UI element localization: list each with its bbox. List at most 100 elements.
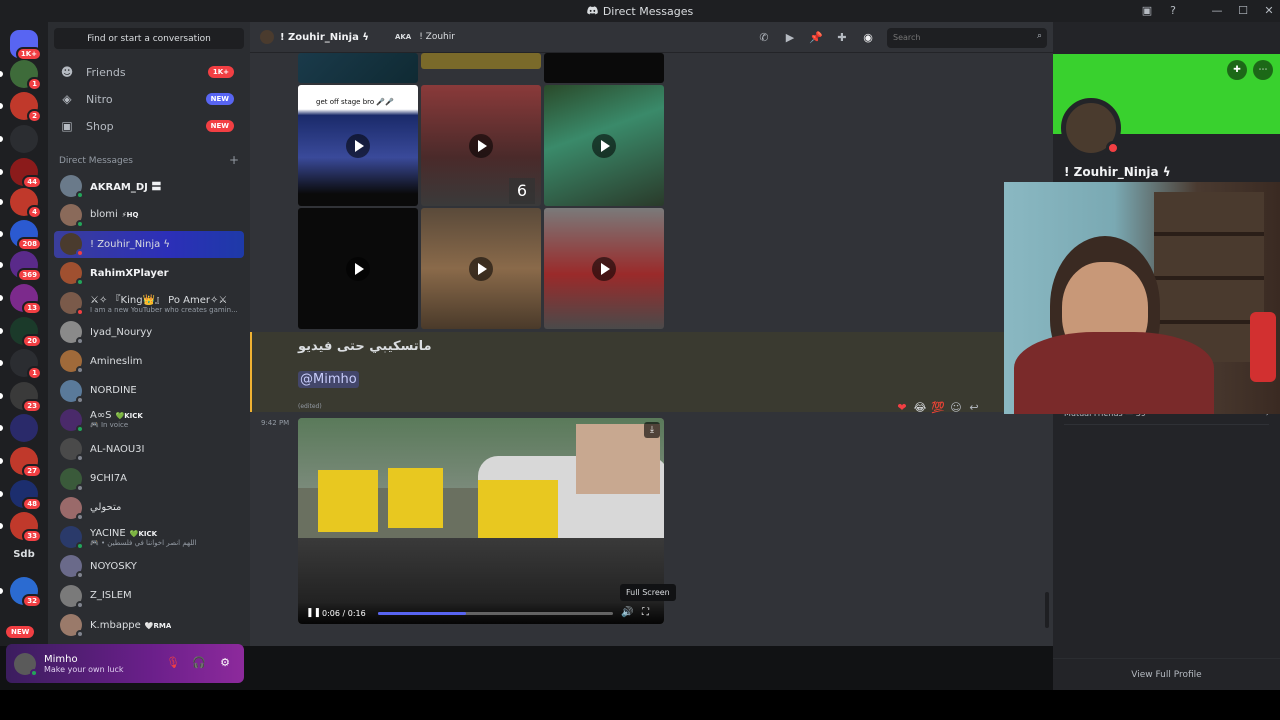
- play-icon[interactable]: [346, 133, 370, 158]
- minimize-button[interactable]: —: [1210, 4, 1224, 18]
- dm-item[interactable]: NOYOSKY: [54, 553, 244, 580]
- media-thumb[interactable]: [298, 208, 418, 329]
- server-icon[interactable]: 32: [10, 577, 42, 608]
- fullscreen-icon[interactable]: ⛶: [642, 607, 654, 619]
- media-thumb[interactable]: [544, 53, 664, 83]
- settings-gear-icon[interactable]: ⚙: [218, 656, 232, 670]
- header-username[interactable]: ! Zouhir_Ninja ϟ: [280, 32, 369, 43]
- heart-reaction-icon[interactable]: ❤: [895, 401, 909, 415]
- server-icon[interactable]: 1: [10, 349, 42, 380]
- create-dm-icon[interactable]: +: [229, 154, 239, 166]
- server-icon[interactable]: 44: [10, 158, 42, 189]
- server-icon[interactable]: [10, 414, 38, 442]
- server-icon[interactable]: 23: [10, 382, 42, 413]
- view-full-profile-button[interactable]: View Full Profile: [1053, 658, 1280, 690]
- maximize-button[interactable]: ☐: [1236, 4, 1250, 18]
- user-mention[interactable]: @Mimho: [298, 371, 359, 388]
- dm-item[interactable]: blomi ⚡HQ: [54, 201, 244, 228]
- download-icon[interactable]: ⤓: [644, 422, 660, 438]
- add-reaction-icon[interactable]: ☺: [949, 401, 963, 415]
- server-icon[interactable]: 13: [10, 284, 42, 315]
- play-icon[interactable]: [592, 256, 616, 281]
- server-icon[interactable]: 33: [10, 512, 42, 543]
- server-icon[interactable]: 20: [10, 317, 42, 348]
- volume-icon[interactable]: 🔊: [621, 607, 633, 619]
- dm-item[interactable]: AKRAM_DJ 〓: [54, 172, 244, 199]
- dm-item[interactable]: Amineslim: [54, 348, 244, 375]
- server-icon[interactable]: 369: [10, 251, 42, 282]
- nav-item-shop[interactable]: ▣ Shop NEW: [54, 114, 244, 138]
- media-thumb[interactable]: 6: [421, 85, 541, 206]
- play-icon[interactable]: [592, 133, 616, 158]
- media-thumb[interactable]: [544, 208, 664, 329]
- dm-item[interactable]: A∞S 💚KICK 🎮 In voice: [54, 406, 244, 433]
- pause-icon[interactable]: ❚❚: [306, 608, 321, 618]
- scrollbar[interactable]: [1045, 592, 1049, 628]
- video-progress-bar[interactable]: [378, 612, 613, 615]
- server-icon[interactable]: 4: [10, 188, 42, 219]
- search-input[interactable]: [893, 31, 1023, 44]
- video-player[interactable]: ⤓ ❚❚ 0:06 / 0:16 🔊 ⛶: [298, 418, 664, 624]
- server-icon[interactable]: [10, 125, 38, 153]
- mute-mic-icon[interactable]: 🎙: [166, 656, 180, 670]
- nav-item-nitro[interactable]: ◈ Nitro NEW: [54, 87, 244, 111]
- voice-call-icon[interactable]: ✆: [757, 31, 771, 45]
- dm-item[interactable]: AL-NAOU3I: [54, 436, 244, 463]
- play-icon[interactable]: [469, 256, 493, 281]
- find-conversation-button[interactable]: Find or start a conversation: [54, 28, 244, 49]
- dm-name: Amineslim: [90, 355, 143, 367]
- media-thumb[interactable]: [298, 53, 418, 83]
- person-body: [1014, 332, 1214, 414]
- dm-name: RahimXPlayer: [90, 267, 169, 279]
- media-thumb[interactable]: get off stage bro 🎤🎤: [298, 85, 418, 206]
- dm-item[interactable]: متحولي: [54, 494, 244, 521]
- media-thumb[interactable]: [421, 208, 541, 329]
- server-icon[interactable]: 208: [10, 220, 42, 251]
- unread-pill: [0, 199, 3, 205]
- avatar: [60, 526, 84, 551]
- laugh-reaction-icon[interactable]: 😂: [913, 401, 927, 415]
- hundred-reaction-icon[interactable]: 💯: [931, 401, 945, 415]
- deafen-icon[interactable]: 🎧: [192, 656, 206, 670]
- close-button[interactable]: ✕: [1262, 4, 1276, 18]
- help-icon[interactable]: ?: [1166, 4, 1180, 18]
- server-icon[interactable]: 48: [10, 480, 42, 511]
- nav-label: Shop: [86, 119, 114, 133]
- dm-item[interactable]: Z_ISLEM: [54, 582, 244, 609]
- video-call-icon[interactable]: ▶: [783, 31, 797, 45]
- user-profile-icon[interactable]: ◉: [861, 31, 875, 45]
- reply-icon[interactable]: ↩: [967, 401, 981, 415]
- server-icon[interactable]: 27: [10, 447, 42, 478]
- add-friend-icon[interactable]: ✚: [1227, 60, 1247, 80]
- dm-item[interactable]: Iyad_Nouryy: [54, 319, 244, 346]
- profile-avatar[interactable]: [1061, 98, 1121, 158]
- media-thumb[interactable]: [544, 85, 664, 206]
- unread-pill: [0, 491, 3, 497]
- media-thumb[interactable]: [421, 53, 541, 69]
- dm-item[interactable]: RahimXPlayer: [54, 260, 244, 287]
- dm-item[interactable]: K.mbappe 🤍RMA: [54, 612, 244, 639]
- dm-item[interactable]: NORDINE: [54, 377, 244, 404]
- message-text: ماتسكيبي حتى فيديو: [298, 339, 432, 354]
- play-icon[interactable]: [346, 256, 370, 281]
- play-icon[interactable]: [469, 133, 493, 158]
- friends-icon: ☻: [60, 65, 74, 79]
- server-icon[interactable]: 2: [10, 92, 42, 123]
- dm-item[interactable]: ⚔✧ 『King👑』 Po Amer✧⚔ I am a new YouTuber …: [54, 289, 244, 316]
- dm-item[interactable]: YACINE 💚KICK 🎮 • اللهم انصر اخواننا في فلس…: [54, 524, 244, 551]
- more-options-icon[interactable]: ⋯: [1253, 60, 1273, 80]
- video-controls: ❚❚ 0:06 / 0:16 🔊 ⛶: [298, 602, 664, 624]
- add-friends-icon[interactable]: ✚: [835, 31, 849, 45]
- dm-item[interactable]: ! Zouhir_Ninja ϟ: [54, 230, 244, 258]
- status-icon: [76, 307, 84, 316]
- unread-pill: [0, 458, 3, 464]
- pin-icon[interactable]: 📌: [809, 31, 823, 45]
- server-sdb[interactable]: Sdb: [6, 549, 42, 560]
- server-badge: 208: [17, 237, 42, 251]
- dm-item[interactable]: 9CHI7A: [54, 465, 244, 492]
- server-icon[interactable]: 1: [10, 60, 42, 91]
- discord-home-icon[interactable]: 1K+: [10, 30, 42, 61]
- nav-item-friends[interactable]: ☻ Friends 1K+: [54, 60, 244, 84]
- avatar[interactable]: [14, 652, 38, 677]
- inbox-icon[interactable]: ▣: [1140, 4, 1154, 18]
